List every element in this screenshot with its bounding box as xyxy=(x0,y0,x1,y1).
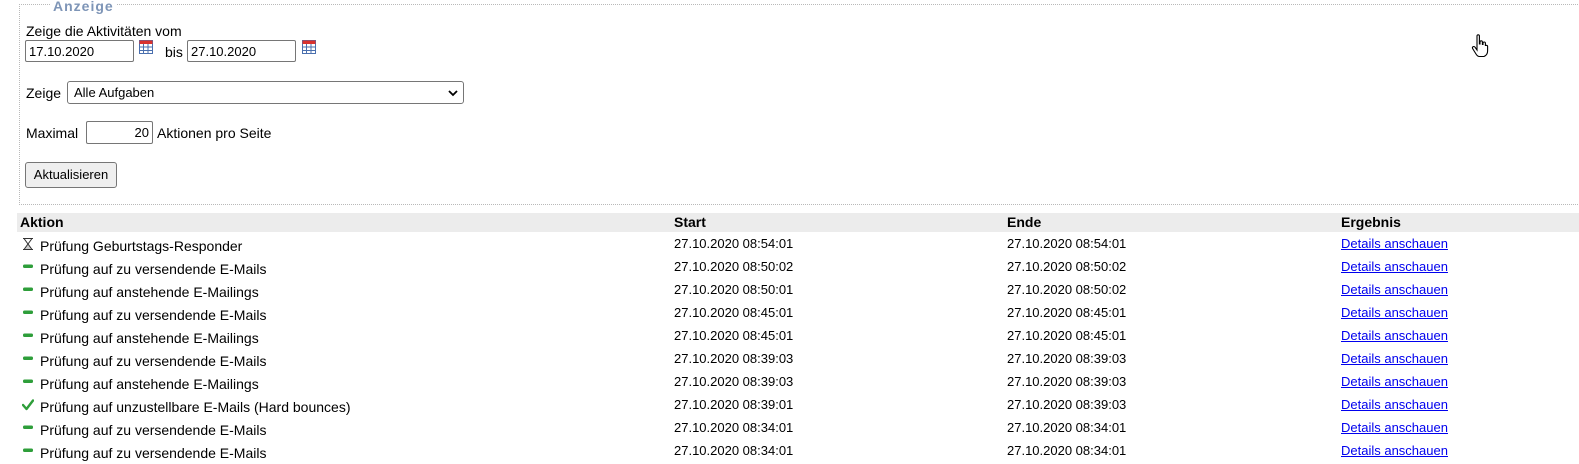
row-end: 27.10.2020 08:39:03 xyxy=(1007,351,1127,366)
details-link[interactable]: Details anschauen xyxy=(1341,259,1448,274)
table-row: Prüfung auf anstehende E-Mailings 27.10.2… xyxy=(0,326,1579,349)
dash-icon xyxy=(23,356,33,360)
hourglass-icon xyxy=(23,238,33,250)
chevron-down-icon xyxy=(448,90,458,97)
row-start: 27.10.2020 08:39:01 xyxy=(674,397,794,412)
details-link[interactable]: Details anschauen xyxy=(1341,328,1448,343)
row-end: 27.10.2020 08:45:01 xyxy=(1007,328,1127,343)
calendar-icon[interactable] xyxy=(139,40,153,54)
row-end: 27.10.2020 08:39:03 xyxy=(1007,397,1127,412)
row-action: Prüfung auf zu versendende E-Mails xyxy=(40,445,267,461)
table-row: Prüfung auf anstehende E-Mailings 27.10.2… xyxy=(0,372,1579,395)
row-start: 27.10.2020 08:39:03 xyxy=(674,351,794,366)
dash-icon xyxy=(23,287,33,291)
dash-icon xyxy=(23,310,33,314)
row-action: Prüfung auf zu versendende E-Mails xyxy=(40,353,267,369)
row-action: Prüfung Geburtstags-Responder xyxy=(40,238,243,254)
header-end: Ende xyxy=(1007,214,1042,230)
table-row: Prüfung auf zu versendende E-Mails 27.10.… xyxy=(0,303,1579,326)
row-start: 27.10.2020 08:45:01 xyxy=(674,328,794,343)
row-start: 27.10.2020 08:39:03 xyxy=(674,374,794,389)
header-result: Ergebnis xyxy=(1341,214,1401,230)
calendar-icon[interactable] xyxy=(302,40,316,54)
row-action: Prüfung auf zu versendende E-Mails xyxy=(40,307,267,323)
task-filter-select[interactable]: Alle Aufgaben xyxy=(67,81,464,104)
refresh-button[interactable]: Aktualisieren xyxy=(25,162,117,188)
dash-icon xyxy=(23,425,33,429)
dash-icon xyxy=(23,333,33,337)
details-link[interactable]: Details anschauen xyxy=(1341,351,1448,366)
table-row: Prüfung auf anstehende E-Mailings 27.10.2… xyxy=(0,280,1579,303)
dash-icon xyxy=(23,264,33,268)
row-start: 27.10.2020 08:50:01 xyxy=(674,282,794,297)
row-action: Prüfung auf anstehende E-Mailings xyxy=(40,376,259,392)
header-action: Aktion xyxy=(20,214,64,230)
filter-legend: Anzeige xyxy=(50,0,117,13)
dash-icon xyxy=(23,448,33,452)
details-link[interactable]: Details anschauen xyxy=(1341,397,1448,412)
check-icon xyxy=(22,399,34,411)
table-row: Prüfung auf zu versendende E-Mails 27.10.… xyxy=(0,418,1579,441)
details-link[interactable]: Details anschauen xyxy=(1341,420,1448,435)
date-to-input[interactable] xyxy=(187,40,296,62)
row-action: Prüfung auf unzustellbare E-Mails (Hard … xyxy=(40,399,351,415)
row-end: 27.10.2020 08:50:02 xyxy=(1007,259,1127,274)
row-start: 27.10.2020 08:45:01 xyxy=(674,305,794,320)
row-action: Prüfung auf zu versendende E-Mails xyxy=(40,261,267,277)
header-start: Start xyxy=(674,214,706,230)
filter-fieldset: Anzeige xyxy=(19,0,1579,205)
details-link[interactable]: Details anschauen xyxy=(1341,282,1448,297)
row-end: 27.10.2020 08:39:03 xyxy=(1007,374,1127,389)
row-end: 27.10.2020 08:45:01 xyxy=(1007,305,1127,320)
date-to-label: bis xyxy=(165,44,183,60)
details-link[interactable]: Details anschauen xyxy=(1341,236,1448,251)
table-row: Prüfung Geburtstags-Responder 27.10.2020 … xyxy=(0,234,1579,257)
dash-icon xyxy=(23,379,33,383)
details-link[interactable]: Details anschauen xyxy=(1341,305,1448,320)
row-end: 27.10.2020 08:34:01 xyxy=(1007,420,1127,435)
details-link[interactable]: Details anschauen xyxy=(1341,374,1448,389)
hand-cursor-icon xyxy=(1471,34,1489,58)
table-header: Aktion Start Ende Ergebnis xyxy=(17,213,1579,232)
table-row: Prüfung auf unzustellbare E-Mails (Hard … xyxy=(0,395,1579,418)
table-row: Prüfung auf zu versendende E-Mails 27.10.… xyxy=(0,257,1579,280)
row-action: Prüfung auf anstehende E-Mailings xyxy=(40,284,259,300)
row-action: Prüfung auf anstehende E-Mailings xyxy=(40,330,259,346)
per-page-label: Aktionen pro Seite xyxy=(157,125,272,141)
date-range-label: Zeige die Aktivitäten vom xyxy=(26,23,182,39)
task-filter-value: Alle Aufgaben xyxy=(74,85,155,100)
row-start: 27.10.2020 08:50:02 xyxy=(674,259,794,274)
row-end: 27.10.2020 08:50:02 xyxy=(1007,282,1127,297)
row-start: 27.10.2020 08:54:01 xyxy=(674,236,794,251)
table-row: Prüfung auf zu versendende E-Mails 27.10.… xyxy=(0,349,1579,372)
row-start: 27.10.2020 08:34:01 xyxy=(674,420,794,435)
row-action: Prüfung auf zu versendende E-Mails xyxy=(40,422,267,438)
max-label: Maximal xyxy=(26,125,79,141)
date-from-input[interactable] xyxy=(25,40,134,62)
row-end: 27.10.2020 08:54:01 xyxy=(1007,236,1127,251)
show-label: Zeige xyxy=(26,85,62,101)
table-row: Prüfung auf zu versendende E-Mails 27.10.… xyxy=(0,441,1579,464)
max-actions-input[interactable] xyxy=(86,121,153,144)
